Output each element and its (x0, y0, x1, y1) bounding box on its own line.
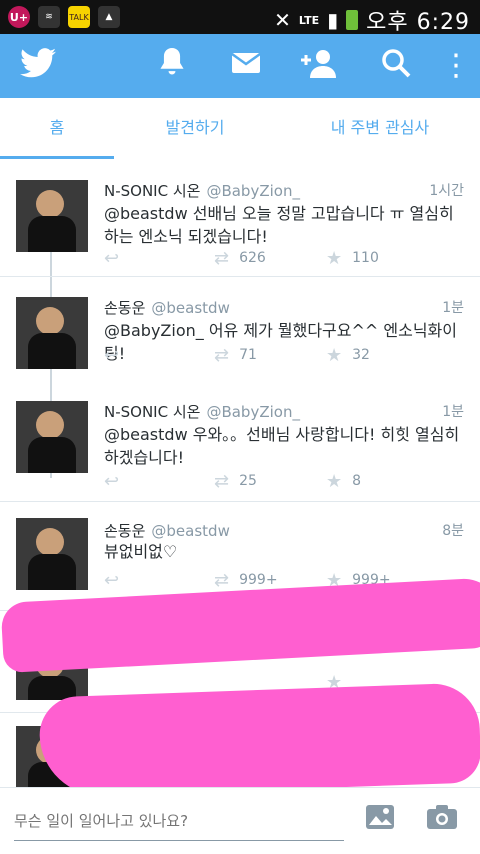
clock: 오후 6:29 (366, 10, 470, 35)
retweet-count: 626 (239, 250, 266, 266)
status-bar: U+ ≋ TALK ▲ ✕ LTE ▮ 오후 6:29 (0, 0, 480, 35)
kakaotalk-icon: TALK (68, 6, 90, 28)
tab-bar: 홈 발견하기 내 주변 관심사 (0, 98, 480, 161)
avatar[interactable] (16, 180, 88, 252)
tweet-author-name[interactable]: 손동운 (104, 522, 145, 540)
retweet-button[interactable]: ⇄ 999+ (214, 569, 278, 591)
tab-home[interactable]: 홈 (0, 98, 114, 159)
retweet-count: 25 (239, 473, 257, 489)
reply-button[interactable]: ↩ (104, 470, 129, 492)
overflow-menu-icon[interactable]: ⋮ (436, 48, 476, 84)
star-icon: ★ (326, 470, 343, 492)
avatar[interactable] (16, 297, 88, 369)
tweet-author-name[interactable]: 손동운 (104, 299, 145, 317)
tweet-author-handle: @beastdw (151, 522, 230, 540)
retweet-button[interactable]: ⇄ 71 (214, 344, 257, 366)
mute-icon: ✕ (274, 8, 291, 32)
tab-nearby-interests[interactable]: 내 주변 관심사 (300, 98, 460, 158)
retweet-count: 71 (239, 347, 257, 363)
avatar[interactable] (16, 401, 88, 473)
tweet-text: @BabyZion_ 어유 제가 뭘했다구요^^ 엔소닉화이팅! (104, 321, 457, 363)
tweet[interactable]: N-SONIC 시온 @BabyZion_ 1분 @beastdw 우와。。선배님… (0, 381, 480, 502)
star-icon: ★ (326, 247, 343, 269)
reply-button[interactable]: ↩ (104, 569, 129, 591)
notifications-bell-icon[interactable] (152, 48, 192, 84)
favorite-count: 8 (352, 473, 362, 489)
tweet-author-handle: @BabyZion_ (206, 403, 300, 421)
favorite-count: 110 (352, 250, 379, 266)
reply-button[interactable]: ↩ (104, 247, 129, 269)
tweet-text: 뷰없비없♡ (104, 542, 178, 561)
retweet-button[interactable]: ⇄ 25 (214, 470, 257, 492)
retweet-icon: ⇄ (214, 470, 230, 492)
tab-discover[interactable]: 발견하기 (130, 98, 260, 158)
retweet-count: 999+ (239, 572, 278, 588)
avatar[interactable] (16, 518, 88, 590)
reply-icon: ↩ (104, 247, 120, 269)
reply-icon: ↩ (104, 569, 120, 591)
battery-icon (346, 10, 359, 30)
compose-bar (0, 787, 480, 854)
add-user-icon[interactable] (298, 48, 338, 84)
tweet-text: @beastdw 우와。。선배님 사랑합니다! 히힛 열심히하겠습니다! (104, 425, 460, 467)
retweet-button[interactable]: ⇄ 626 (214, 247, 266, 269)
wifi-icon: ≋ (38, 6, 60, 28)
retweet-icon: ⇄ (214, 344, 230, 366)
tweet-author-name[interactable]: N-SONIC 시온 (104, 182, 200, 200)
reply-icon: ↩ (104, 470, 120, 492)
twitter-bird-icon[interactable] (18, 48, 58, 84)
tweet-time: 1분 (442, 300, 464, 316)
tweet-author-handle: @beastdw (151, 299, 230, 317)
redaction-scribble (38, 682, 480, 798)
favorite-button[interactable]: ★ 32 (326, 344, 370, 366)
reply-button[interactable]: ↩ (104, 344, 129, 366)
compose-tweet-input[interactable] (14, 802, 344, 841)
search-icon[interactable] (376, 48, 416, 84)
tweet-author-name[interactable]: N-SONIC 시온 (104, 403, 200, 421)
tweet-author-handle: @BabyZion_ (206, 182, 300, 200)
signal-icon: ▮ (327, 8, 339, 32)
network-label: LTE (298, 13, 320, 27)
messages-icon[interactable] (226, 48, 266, 84)
reply-icon: ↩ (104, 344, 120, 366)
star-icon: ★ (326, 344, 343, 366)
photo-gallery-icon[interactable] (362, 804, 398, 837)
retweet-icon: ⇄ (214, 569, 230, 591)
notification-icon: ▲ (98, 6, 120, 28)
favorite-button[interactable]: ★ 8 (326, 470, 362, 492)
tweet-time: 8분 (442, 523, 464, 539)
tweet-time: 1분 (442, 404, 464, 420)
tweet-text: @beastdw 선배님 오늘 정말 고맙습니다 ㅠ 열심히하는 엔소닉 되겠습… (104, 204, 454, 246)
carrier-icon: U+ (8, 6, 30, 28)
retweet-icon: ⇄ (214, 247, 230, 269)
favorite-count: 32 (352, 347, 370, 363)
tweet-time: 1시간 (429, 183, 464, 199)
favorite-button[interactable]: ★ 110 (326, 247, 379, 269)
tweet[interactable]: N-SONIC 시온 @BabyZion_ 1시간 @beastdw 선배님 오늘… (0, 160, 480, 277)
camera-icon[interactable] (424, 804, 460, 837)
tweet[interactable]: 손동운 @beastdw 1분 @BabyZion_ 어유 제가 뭘했다구요^^ … (0, 277, 480, 381)
app-bar: ⋮ (0, 34, 480, 98)
